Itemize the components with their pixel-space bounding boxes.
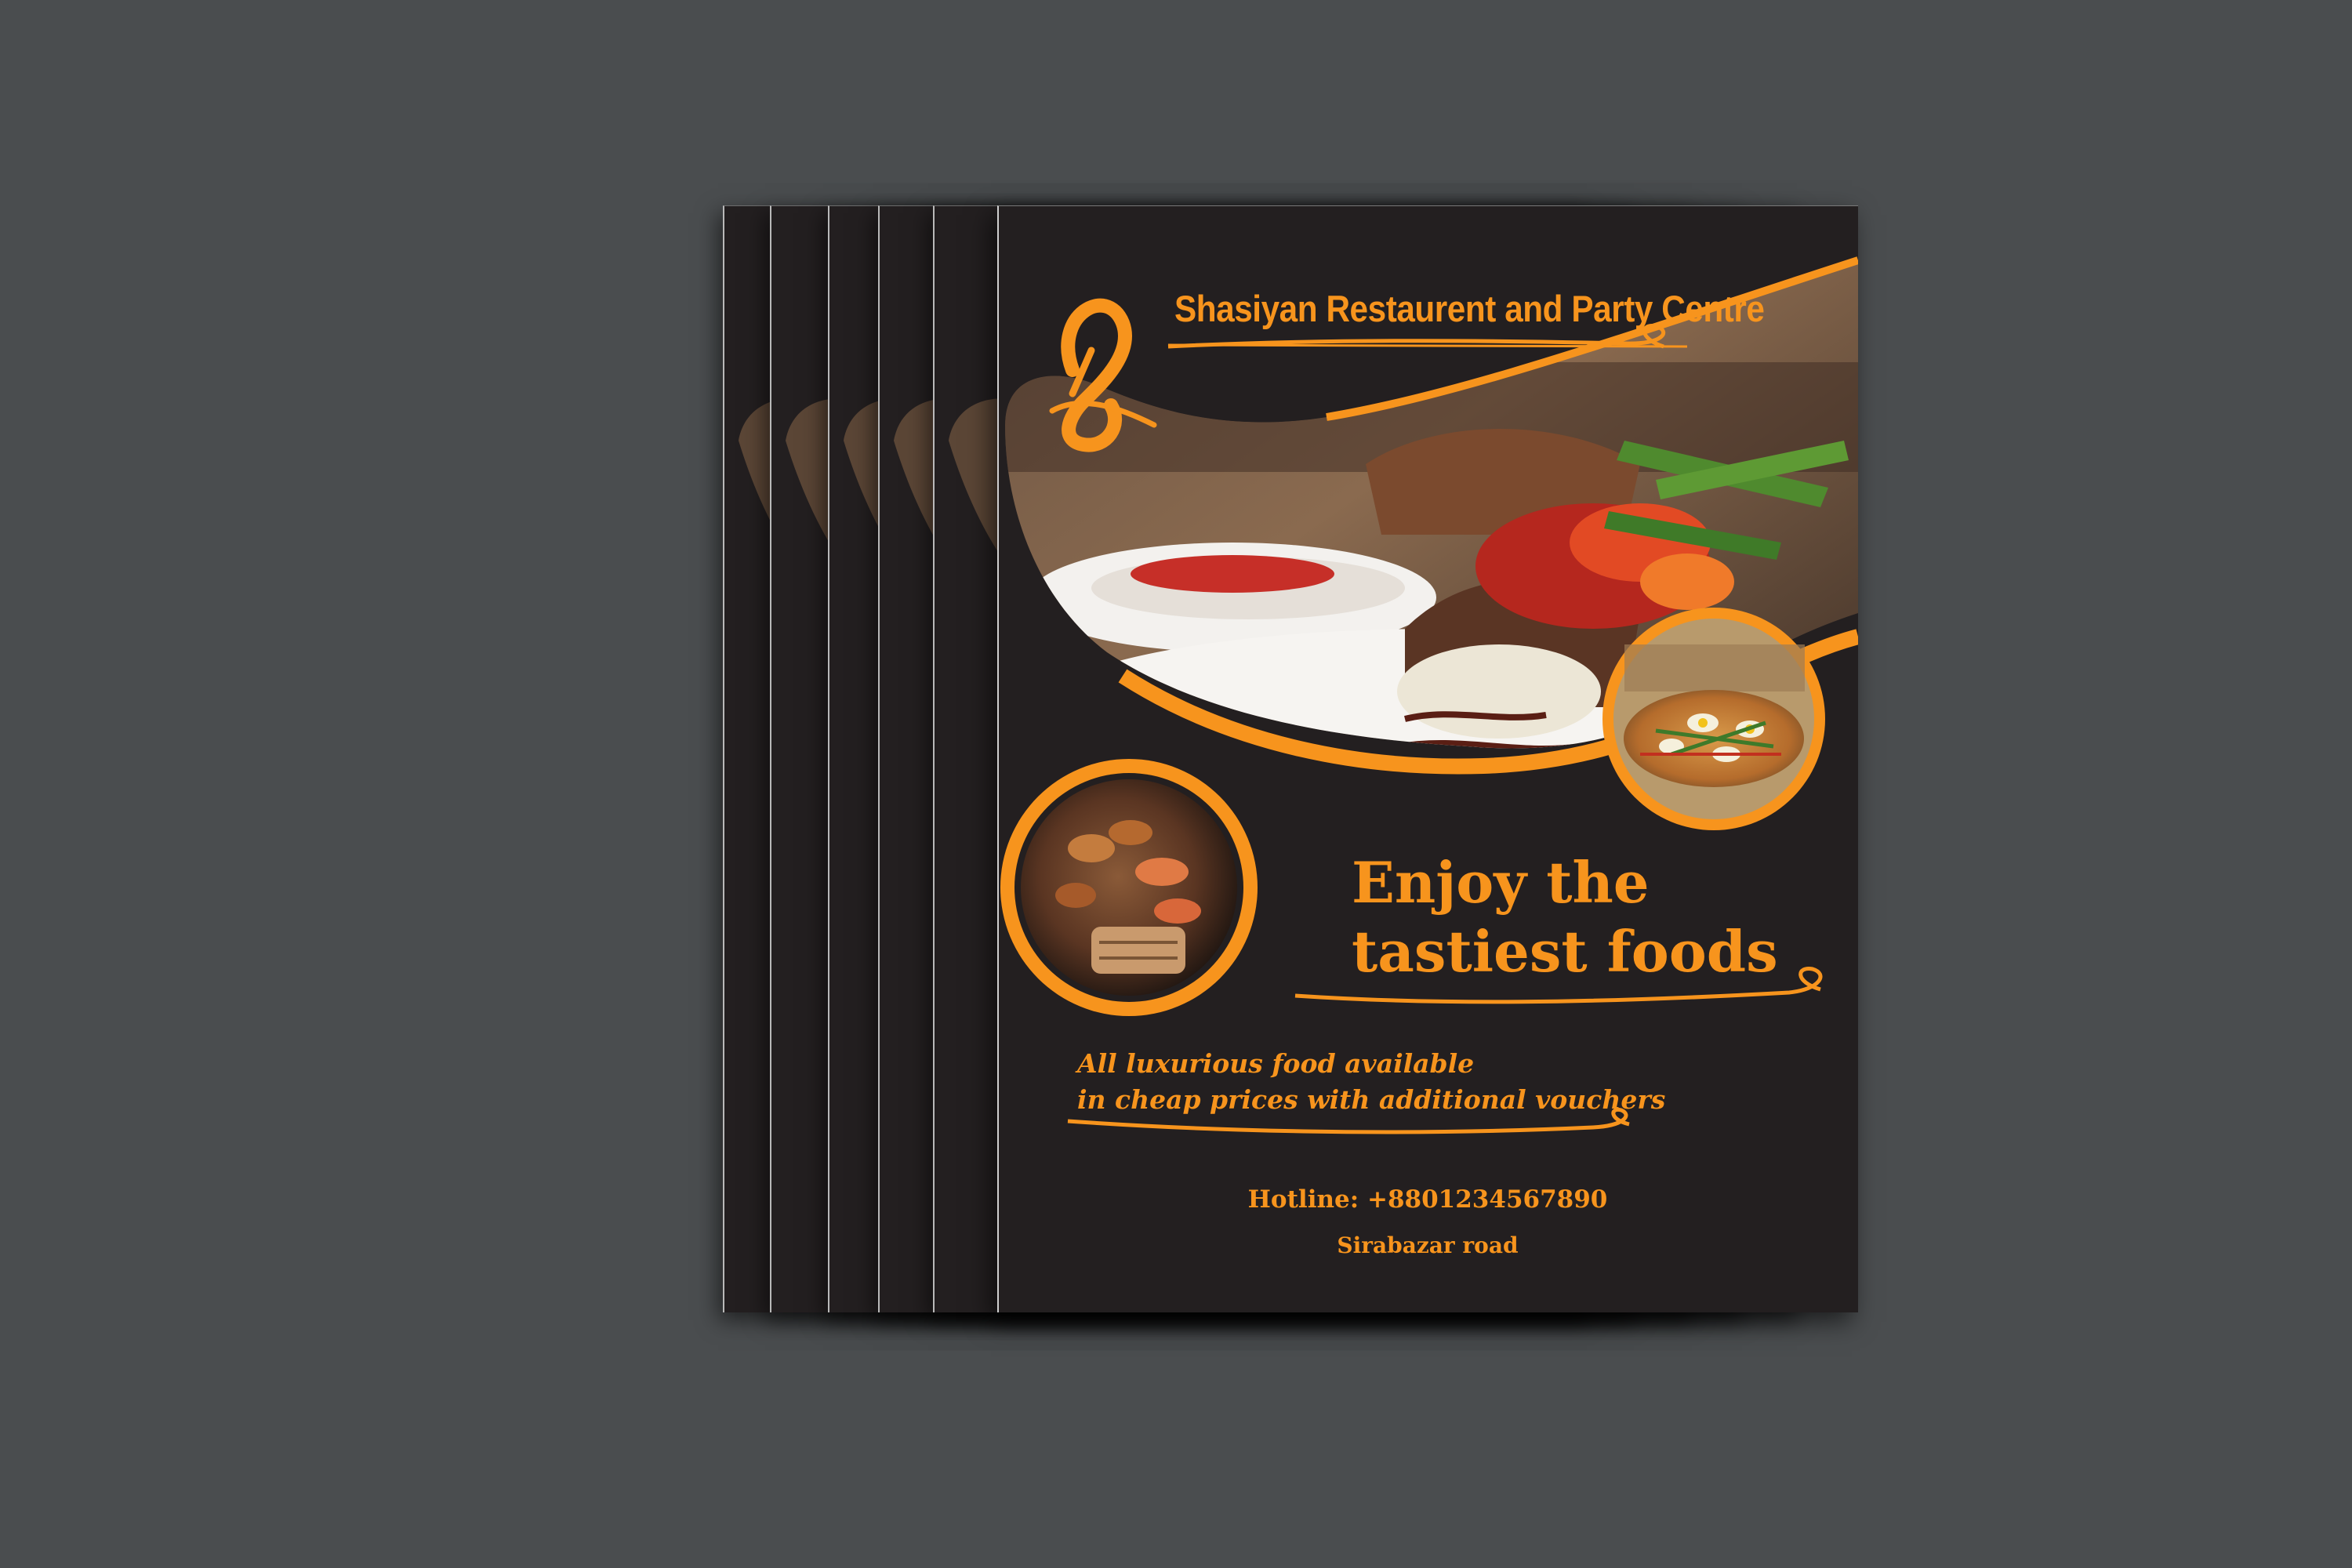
pizza-photo [1602, 608, 1825, 830]
address: Sirabazar road [1337, 1232, 1519, 1258]
headline: Enjoy the tastiest foods [1352, 849, 1778, 985]
brand-name: Shasiyan Restaurent and Party Centre [1174, 288, 1765, 329]
flyer-artwork [997, 205, 1858, 1134]
flyer-mockup-stack: Shasiyan Restaurent and Party Centre Enj… [0, 0, 2352, 1568]
hotline: Hotline: +8801234567890 [1247, 1185, 1608, 1214]
sausage-shrimp-bowl-photo [1000, 759, 1258, 1016]
front-flyer: Shasiyan Restaurent and Party Centre Enj… [997, 205, 1858, 1312]
tagline: All luxurious food available in cheap pr… [1077, 1048, 1666, 1115]
